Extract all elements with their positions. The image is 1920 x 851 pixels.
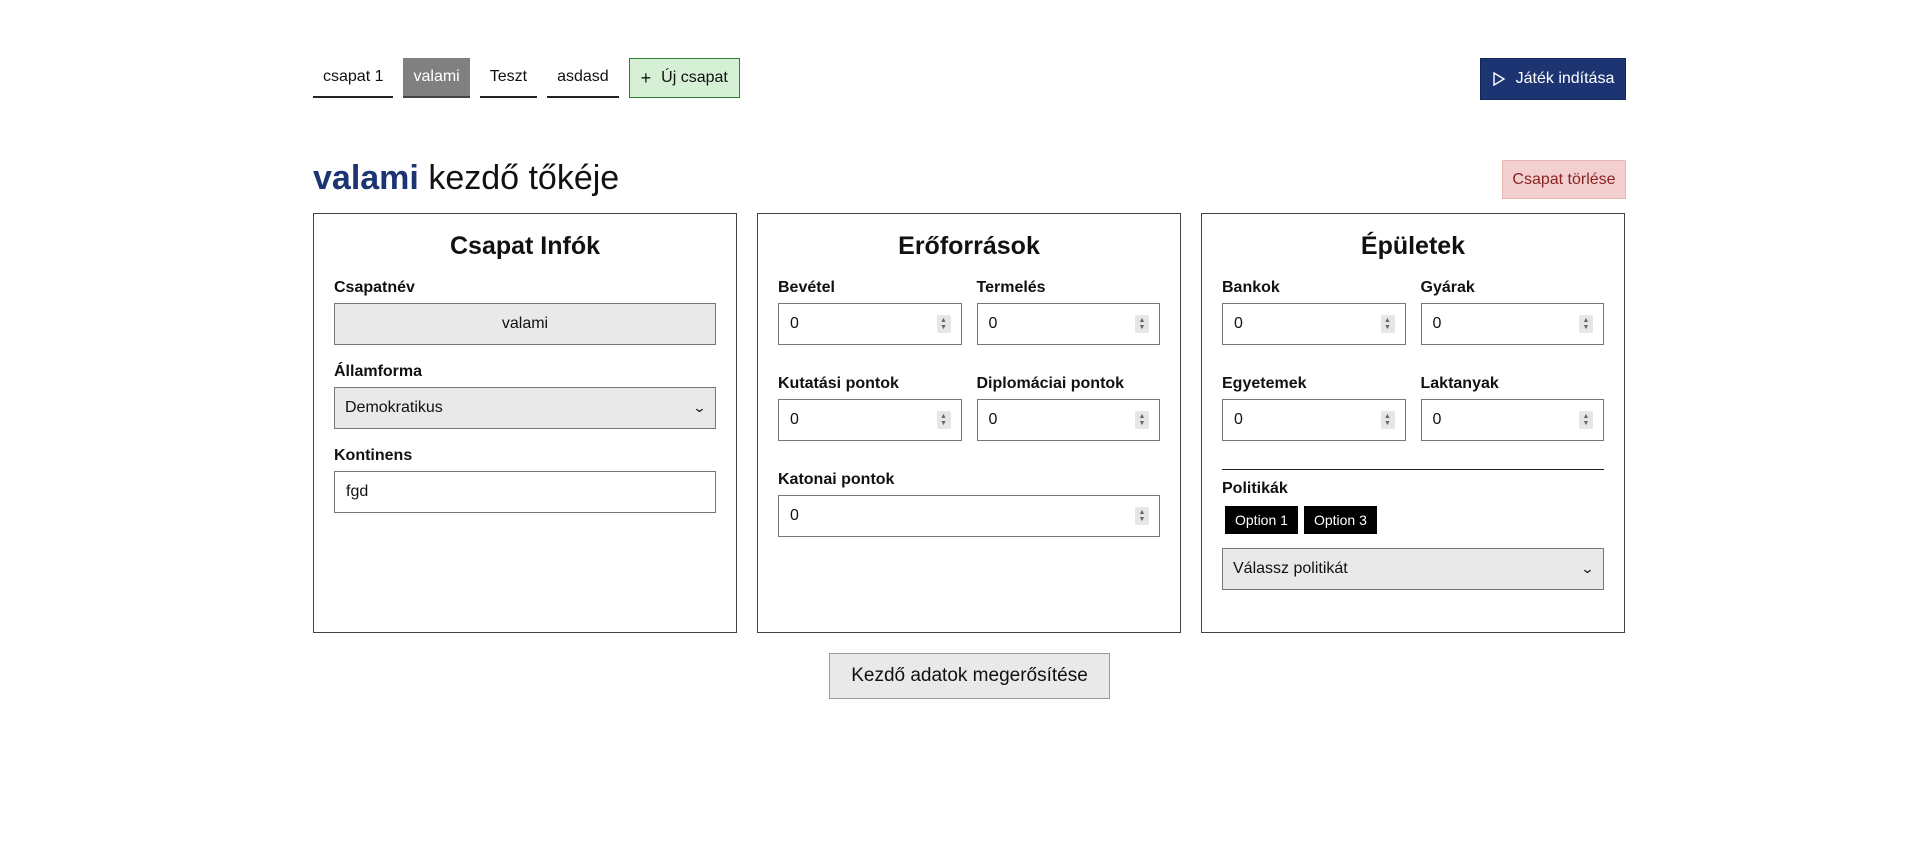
- government-select[interactable]: Demokratikus ⌄: [334, 387, 716, 429]
- universities-value: 0: [1234, 411, 1243, 428]
- spinner-icon[interactable]: ▲ ▼: [1579, 315, 1593, 333]
- production-input[interactable]: 0 ▲ ▼: [976, 303, 1160, 345]
- new-team-button[interactable]: + Új csapat: [628, 58, 740, 98]
- diplomacy-input[interactable]: 0 ▲ ▼: [976, 399, 1160, 441]
- income-input[interactable]: 0 ▲ ▼: [778, 303, 962, 345]
- banks-input[interactable]: 0 ▲ ▼: [1222, 303, 1406, 345]
- factories-field: Gyárak 0 ▲ ▼: [1420, 279, 1604, 345]
- diplomacy-label: Diplomáciai pontok: [976, 375, 1125, 392]
- tab-team-2[interactable]: valami: [403, 58, 470, 98]
- spinner-icon[interactable]: ▲ ▼: [1135, 315, 1149, 333]
- research-value: 0: [790, 411, 799, 428]
- military-label: Katonai pontok: [778, 471, 895, 488]
- resources-grid: Bevétel 0 ▲ ▼ Termelés 0 ▲ ▼ Kutatási pont…: [778, 279, 1160, 459]
- policies-label: Politikák: [1222, 480, 1288, 497]
- production-label: Termelés: [976, 279, 1046, 296]
- barracks-value: 0: [1432, 411, 1442, 428]
- plus-icon: +: [640, 68, 652, 88]
- main-container: csapat 1 valami Teszt asdasd + Új csapat…: [313, 58, 1626, 699]
- universities-label: Egyetemek: [1222, 375, 1307, 392]
- heading-row: valami kezdő tőkéje Csapat törlése: [313, 158, 1626, 199]
- barracks-field: Laktanyak 0 ▲ ▼: [1420, 375, 1604, 441]
- diplomacy-field: Diplomáciai pontok 0 ▲ ▼: [976, 375, 1160, 441]
- policy-chip[interactable]: Option 1: [1225, 506, 1298, 534]
- page-title: valami kezdő tőkéje: [313, 158, 1626, 198]
- continent-field: Kontinens fgd: [334, 447, 716, 513]
- page-title-team: valami: [313, 159, 419, 197]
- spinner-icon[interactable]: ▲ ▼: [1380, 411, 1395, 429]
- income-label: Bevétel: [778, 279, 835, 296]
- tab-team-3[interactable]: Teszt: [479, 58, 538, 98]
- banks-value: 0: [1234, 315, 1243, 332]
- start-game-label: Játék indítása: [1515, 70, 1615, 87]
- policy-chip[interactable]: Option 3: [1303, 506, 1377, 534]
- confirm-row: Kezdő adatok megerősítése: [313, 653, 1626, 699]
- spinner-icon[interactable]: ▲ ▼: [1380, 315, 1395, 333]
- factories-value: 0: [1432, 315, 1442, 332]
- military-input[interactable]: 0 ▲ ▼: [778, 495, 1160, 537]
- research-input[interactable]: 0 ▲ ▼: [778, 399, 962, 441]
- play-icon: [1492, 72, 1505, 86]
- income-value: 0: [790, 315, 799, 332]
- policy-select[interactable]: Válassz politikát ⌄: [1222, 548, 1604, 590]
- team-info-panel: Csapat Infók Csapatnév valami Államforma…: [313, 213, 737, 633]
- research-label: Kutatási pontok: [778, 375, 899, 392]
- continent-label: Kontinens: [334, 447, 413, 464]
- production-value: 0: [988, 315, 998, 332]
- team-info-title: Csapat Infók: [449, 232, 601, 260]
- buildings-panel: Épületek Bankok 0 ▲ ▼ Gyárak 0 ▲ ▼ Egyet…: [1201, 213, 1625, 633]
- team-tabs: csapat 1 valami Teszt asdasd + Új csapat: [313, 58, 1626, 98]
- policy-chips: Option 1 Option 3: [1225, 506, 1604, 534]
- divider: [1222, 469, 1604, 470]
- new-team-label: Új csapat: [661, 69, 728, 86]
- production-field: Termelés 0 ▲ ▼: [976, 279, 1160, 345]
- start-game-button[interactable]: Játék indítása: [1480, 58, 1626, 100]
- diplomacy-value: 0: [988, 411, 998, 428]
- income-field: Bevétel 0 ▲ ▼: [778, 279, 962, 345]
- spinner-icon[interactable]: ▲ ▼: [936, 315, 951, 333]
- team-name-label: Csapatnév: [334, 279, 415, 296]
- tab-team-4[interactable]: asdasd: [547, 58, 619, 98]
- team-name-field: Csapatnév valami: [334, 279, 716, 345]
- buildings-grid: Bankok 0 ▲ ▼ Gyárak 0 ▲ ▼ Egyetemek 0 ▲ …: [1222, 279, 1604, 459]
- delete-team-button[interactable]: Csapat törlése: [1502, 160, 1626, 199]
- confirm-initial-data-button[interactable]: Kezdő adatok megerősítése: [829, 653, 1110, 699]
- banks-label: Bankok: [1222, 279, 1280, 296]
- policy-select-value: Válassz politikát: [1233, 560, 1348, 577]
- barracks-input[interactable]: 0 ▲ ▼: [1420, 399, 1604, 441]
- universities-field: Egyetemek 0 ▲ ▼: [1222, 375, 1406, 441]
- page-title-suffix: kezdő tőkéje: [428, 159, 620, 197]
- military-value: 0: [790, 507, 799, 524]
- universities-input[interactable]: 0 ▲ ▼: [1222, 399, 1406, 441]
- spinner-icon[interactable]: ▲ ▼: [1579, 411, 1593, 429]
- spinner-icon[interactable]: ▲ ▼: [1135, 507, 1149, 525]
- continent-input[interactable]: fgd: [334, 471, 716, 513]
- research-field: Kutatási pontok 0 ▲ ▼: [778, 375, 962, 441]
- banks-field: Bankok 0 ▲ ▼: [1222, 279, 1406, 345]
- factories-label: Gyárak: [1420, 279, 1475, 296]
- team-name-input[interactable]: valami: [334, 303, 716, 345]
- resources-title: Erőforrások: [898, 232, 1040, 260]
- government-label: Államforma: [334, 363, 423, 380]
- military-field: Katonai pontok 0 ▲ ▼: [778, 471, 1160, 537]
- tab-team-1[interactable]: csapat 1: [313, 58, 394, 98]
- buildings-title: Épületek: [1360, 232, 1466, 260]
- government-value: Demokratikus: [345, 399, 443, 416]
- chevron-down-icon: ⌄: [692, 400, 707, 415]
- factories-input[interactable]: 0 ▲ ▼: [1420, 303, 1604, 345]
- resources-panel: Erőforrások Bevétel 0 ▲▼ Termelés 0 ▲▼: [757, 213, 1181, 633]
- top-bar: csapat 1 valami Teszt asdasd + Új csapat…: [313, 58, 1626, 100]
- chevron-down-icon: ⌄: [1580, 561, 1595, 576]
- panels: Csapat Infók Csapatnév valami Államforma…: [313, 213, 1626, 633]
- spinner-icon[interactable]: ▲ ▼: [1135, 411, 1149, 429]
- government-field: Államforma Demokratikus ⌄: [334, 363, 716, 429]
- spinner-icon[interactable]: ▲ ▼: [936, 411, 951, 429]
- barracks-label: Laktanyak: [1420, 375, 1499, 392]
